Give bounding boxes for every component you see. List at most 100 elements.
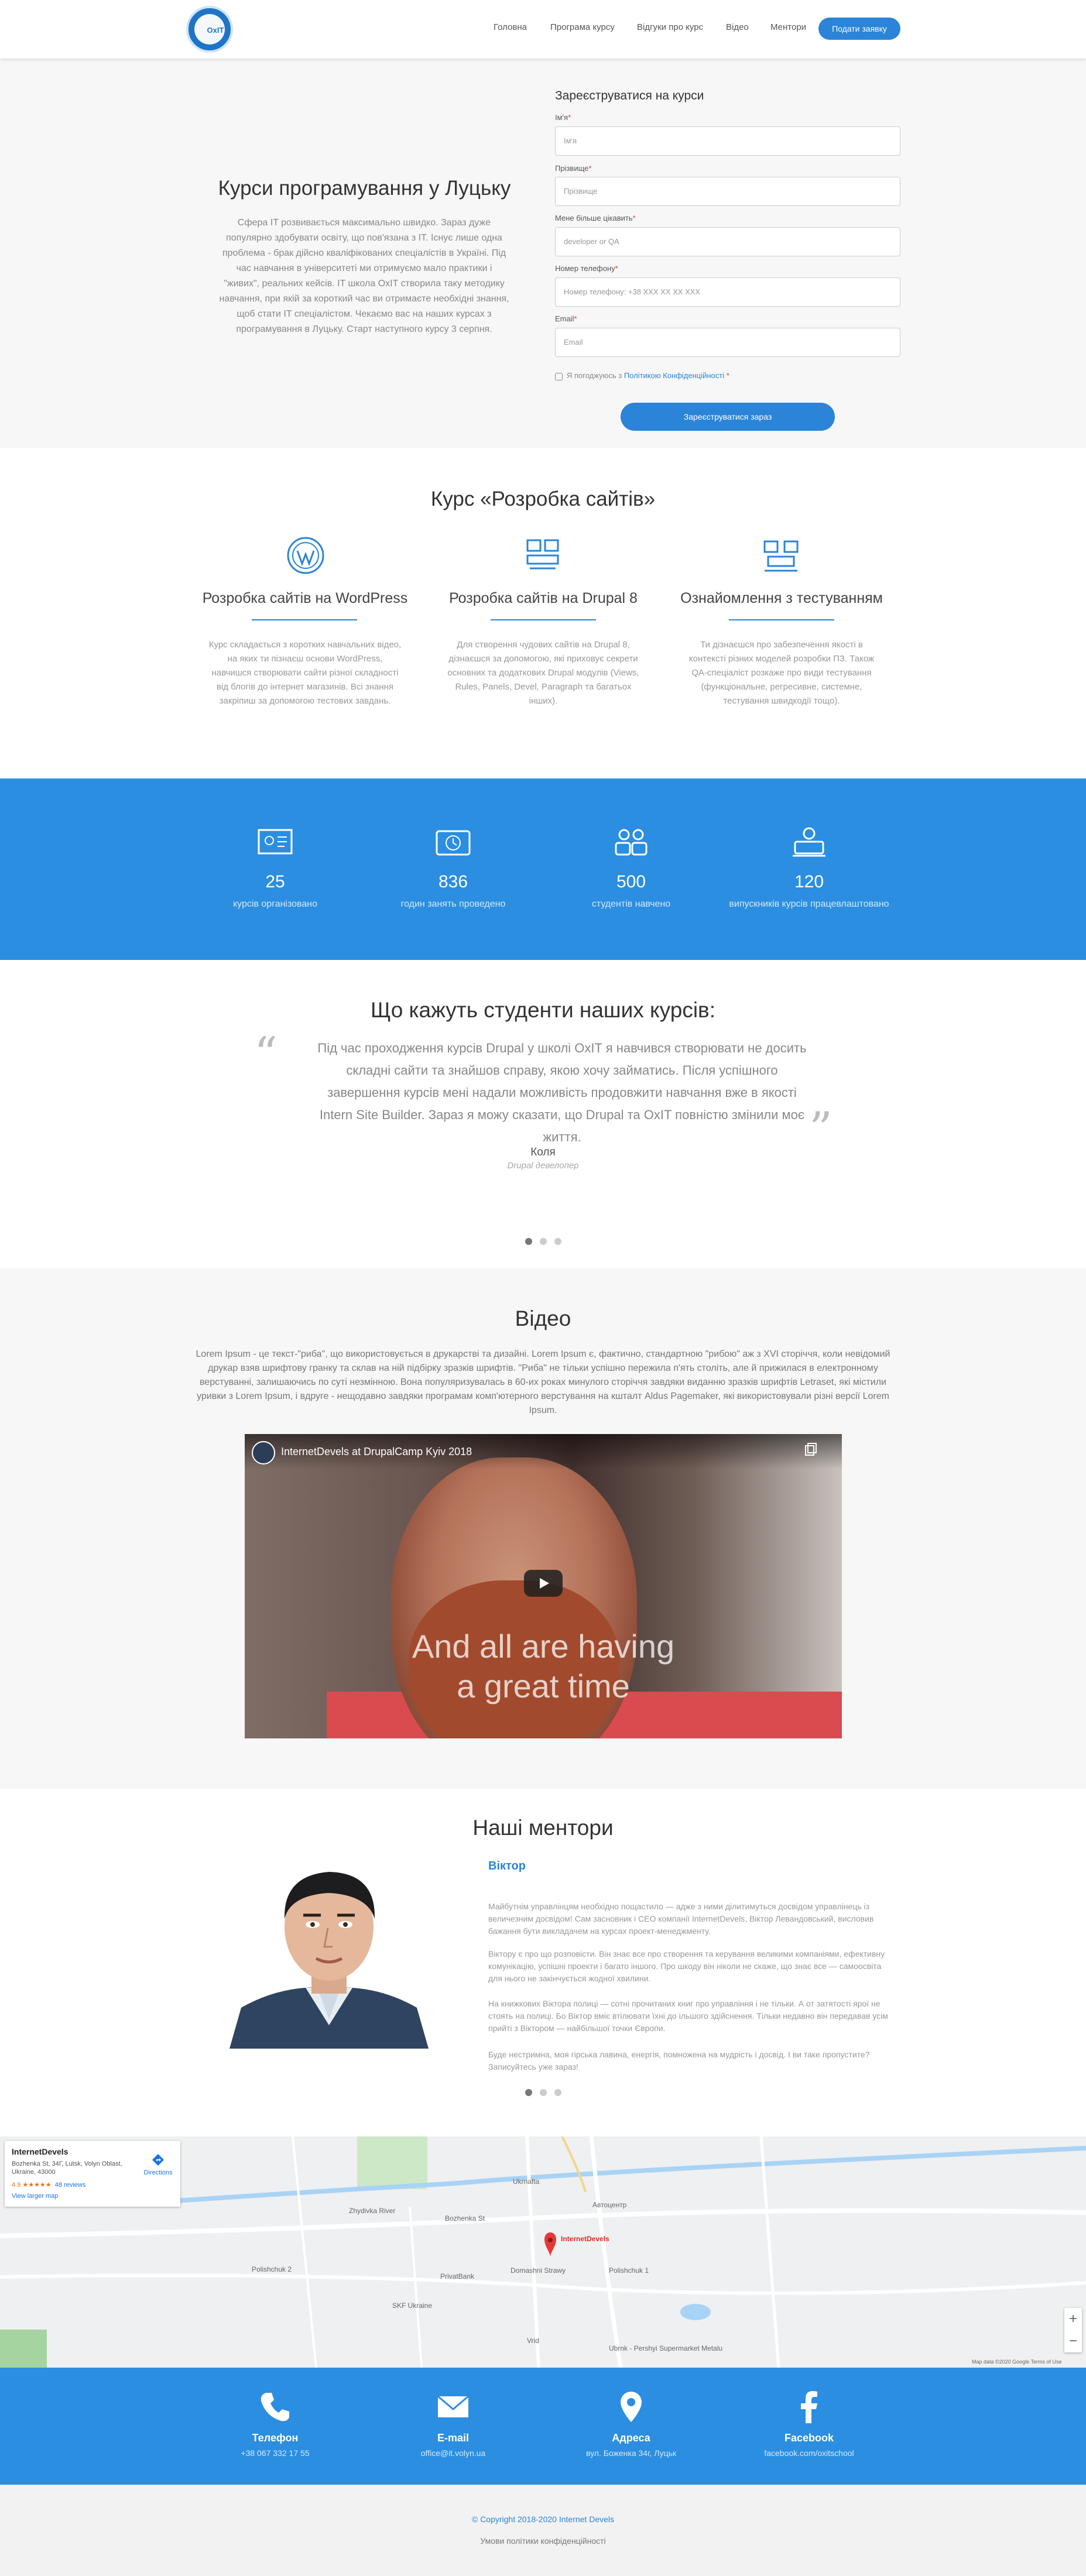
map-place-name: InternetDevels xyxy=(12,2147,68,2156)
testimonials-title: Що кажуть студенти наших курсів: xyxy=(371,998,715,1022)
play-button[interactable] xyxy=(524,1570,563,1597)
required-mark: * xyxy=(726,371,729,380)
interest-label: Мене більше цікавить* xyxy=(555,214,636,222)
feature-text-drupal: Для створення чудових сайтів на Drupal 8… xyxy=(447,640,639,706)
map-label: Bozhenka St xyxy=(445,2214,485,2222)
feature-title-wordpress: Розробка сайтів на WordPress xyxy=(202,590,408,606)
email-input[interactable]: Email xyxy=(555,328,900,357)
open-quote-icon: “ xyxy=(254,1028,278,1081)
testimonial-text: Під час проходження курсів Drupal у школ… xyxy=(317,1041,807,1144)
contact-facebook[interactable]: facebook.com/oxitschool xyxy=(704,2448,914,2458)
mentor-bio-paragraph: Буде нестримна, моя гірська лавина, енер… xyxy=(488,2050,870,2071)
nav-home[interactable]: Головна xyxy=(494,22,527,32)
slider-dot[interactable] xyxy=(540,1238,547,1245)
view-larger-map-link[interactable]: View larger map xyxy=(12,2193,58,2200)
consent-prefix: Я погоджуюсь з xyxy=(567,371,624,380)
employee-icon xyxy=(793,827,825,857)
zoom-in-button[interactable]: + xyxy=(1064,2308,1082,2330)
consent-label: Я погоджуюсь з Політикою Конфіденційност… xyxy=(567,371,729,380)
drupal-icon xyxy=(526,539,559,570)
consent-checkbox[interactable] xyxy=(555,373,563,380)
video-title: Відео xyxy=(515,1306,571,1330)
map-label: Polishchuk 2 xyxy=(252,2265,292,2273)
map-attribution: Map data ©2020 Google Terms of Use xyxy=(972,2359,1062,2365)
video-text: Lorem Ipsum - це текст-"риба", що викори… xyxy=(196,1349,890,1415)
required-mark: * xyxy=(632,214,636,222)
contacts-section xyxy=(0,2368,1086,2485)
interest-input[interactable]: developer or QA xyxy=(555,227,900,256)
privacy-policy-link[interactable]: Умови політики конфіденційності xyxy=(0,2536,1086,2546)
surname-label: Прізвище* xyxy=(555,164,591,173)
slider-dot[interactable] xyxy=(554,1238,561,1245)
form-title: Зареєструватися на курси xyxy=(555,89,704,102)
register-now-button[interactable]: Зареєструватися зараз xyxy=(621,403,835,431)
email-label: Email* xyxy=(555,314,577,323)
course-title: Курс «Розробка сайтів» xyxy=(430,488,656,510)
surname-input[interactable]: Прізвище xyxy=(555,177,900,206)
directions-label[interactable]: Directions xyxy=(141,2169,176,2176)
map-place-address: Bozhenka St, 34Г, Lutsk, Volyn Oblast, U… xyxy=(12,2160,122,2176)
map-label: Ubrnk - Pershyi Supermarket Metalu xyxy=(609,2344,723,2352)
site-logo[interactable]: OxIT xyxy=(186,6,233,53)
nav-video[interactable]: Відео xyxy=(726,22,749,32)
testimonial-author: Коля xyxy=(530,1146,556,1158)
logo-inner: OxIT xyxy=(194,14,225,44)
feature-title-testing: Ознайомлення з тестуванням xyxy=(680,590,883,606)
slider-dot[interactable] xyxy=(540,2089,547,2096)
hero-title: Курси програмування у Луцьку xyxy=(218,177,511,200)
clock-icon xyxy=(436,830,471,856)
mentor-name: Віктор xyxy=(488,1860,526,1872)
facebook-icon xyxy=(801,2391,817,2423)
required-mark: * xyxy=(615,264,618,273)
name-input[interactable]: Ім'я xyxy=(555,126,900,156)
phone-input[interactable]: Номер телефону: +38 XXX XX XX XXX xyxy=(555,277,900,307)
channel-avatar[interactable] xyxy=(252,1441,275,1464)
nav-mentors[interactable]: Ментори xyxy=(770,22,806,32)
hero-section xyxy=(0,59,1086,448)
mentor-portrait xyxy=(229,1872,429,2049)
map-info-card: InternetDevels Bozhenka St, 34Г, Lutsk, … xyxy=(5,2141,180,2207)
mentor-photo xyxy=(229,1850,429,2049)
email-icon xyxy=(437,2395,469,2417)
video-caption: a great time xyxy=(457,1668,630,1704)
close-quote-icon: ” xyxy=(809,1103,833,1155)
video-player[interactable]: And all are having a great time Internet… xyxy=(245,1434,842,1738)
feature-text-wordpress: Курс складається з коротких навчальних в… xyxy=(208,640,402,706)
copyright: © Copyright 2018-2020 Internet Devels xyxy=(471,2515,614,2524)
zoom-out-button[interactable]: − xyxy=(1064,2330,1082,2352)
feature-divider xyxy=(491,619,596,620)
stat-label: випускників курсів працевлаштовано xyxy=(729,899,889,909)
mentor-bio-paragraph: Майбутнім управлінцям необхідно пощастил… xyxy=(488,1902,874,1936)
nav-reviews[interactable]: Відгуки про курс xyxy=(637,22,703,32)
apply-button[interactable]: Подати заявку xyxy=(818,18,900,40)
name-label: Ім'я* xyxy=(555,113,571,122)
site-header: OxIT Головна Програма курсу Відгуки про … xyxy=(0,0,1086,59)
map-label: PrivatBank xyxy=(440,2272,475,2280)
slider-dot[interactable] xyxy=(525,2089,532,2096)
phone-label: Номер телефону* xyxy=(555,264,618,273)
stats-section xyxy=(0,778,1086,960)
slider-dot[interactable] xyxy=(525,1238,532,1245)
copy-link-icon[interactable] xyxy=(803,1441,820,1457)
site-footer xyxy=(0,2485,1086,2576)
map-rating: 4.9 ★★★★★ 48 reviews xyxy=(12,2181,85,2189)
slider-dot[interactable] xyxy=(554,2089,561,2096)
map-label: Автоцентр xyxy=(592,2201,627,2209)
google-map[interactable]: Zhydivka River Bozhenka St Автоцентр Dom… xyxy=(0,2136,1086,2368)
map-zoom-control: + − xyxy=(1064,2308,1082,2352)
nav-program[interactable]: Програма курсу xyxy=(550,22,615,32)
map-label: Vrid xyxy=(527,2337,539,2345)
required-mark: * xyxy=(568,113,571,122)
feature-divider xyxy=(729,619,834,620)
video-player-title[interactable]: InternetDevels at DrupalCamp Kyiv 2018 xyxy=(281,1446,472,1458)
video-caption: And all are having xyxy=(412,1628,675,1665)
map-marker-label[interactable]: InternetDevels xyxy=(561,2235,609,2243)
contact-title: Facebook xyxy=(784,2432,834,2444)
directions-icon[interactable] xyxy=(151,2153,165,2167)
map-reviews-link[interactable]: 48 reviews xyxy=(55,2181,86,2189)
privacy-policy-link[interactable]: Політикою Конфіденційності xyxy=(624,371,724,380)
map-label: Ukrnafta xyxy=(513,2177,540,2186)
testimonial-role: Drupal девелопер xyxy=(507,1161,579,1171)
feature-title-drupal: Розробка сайтів на Drupal 8 xyxy=(449,590,638,606)
phone-icon xyxy=(261,2393,289,2421)
